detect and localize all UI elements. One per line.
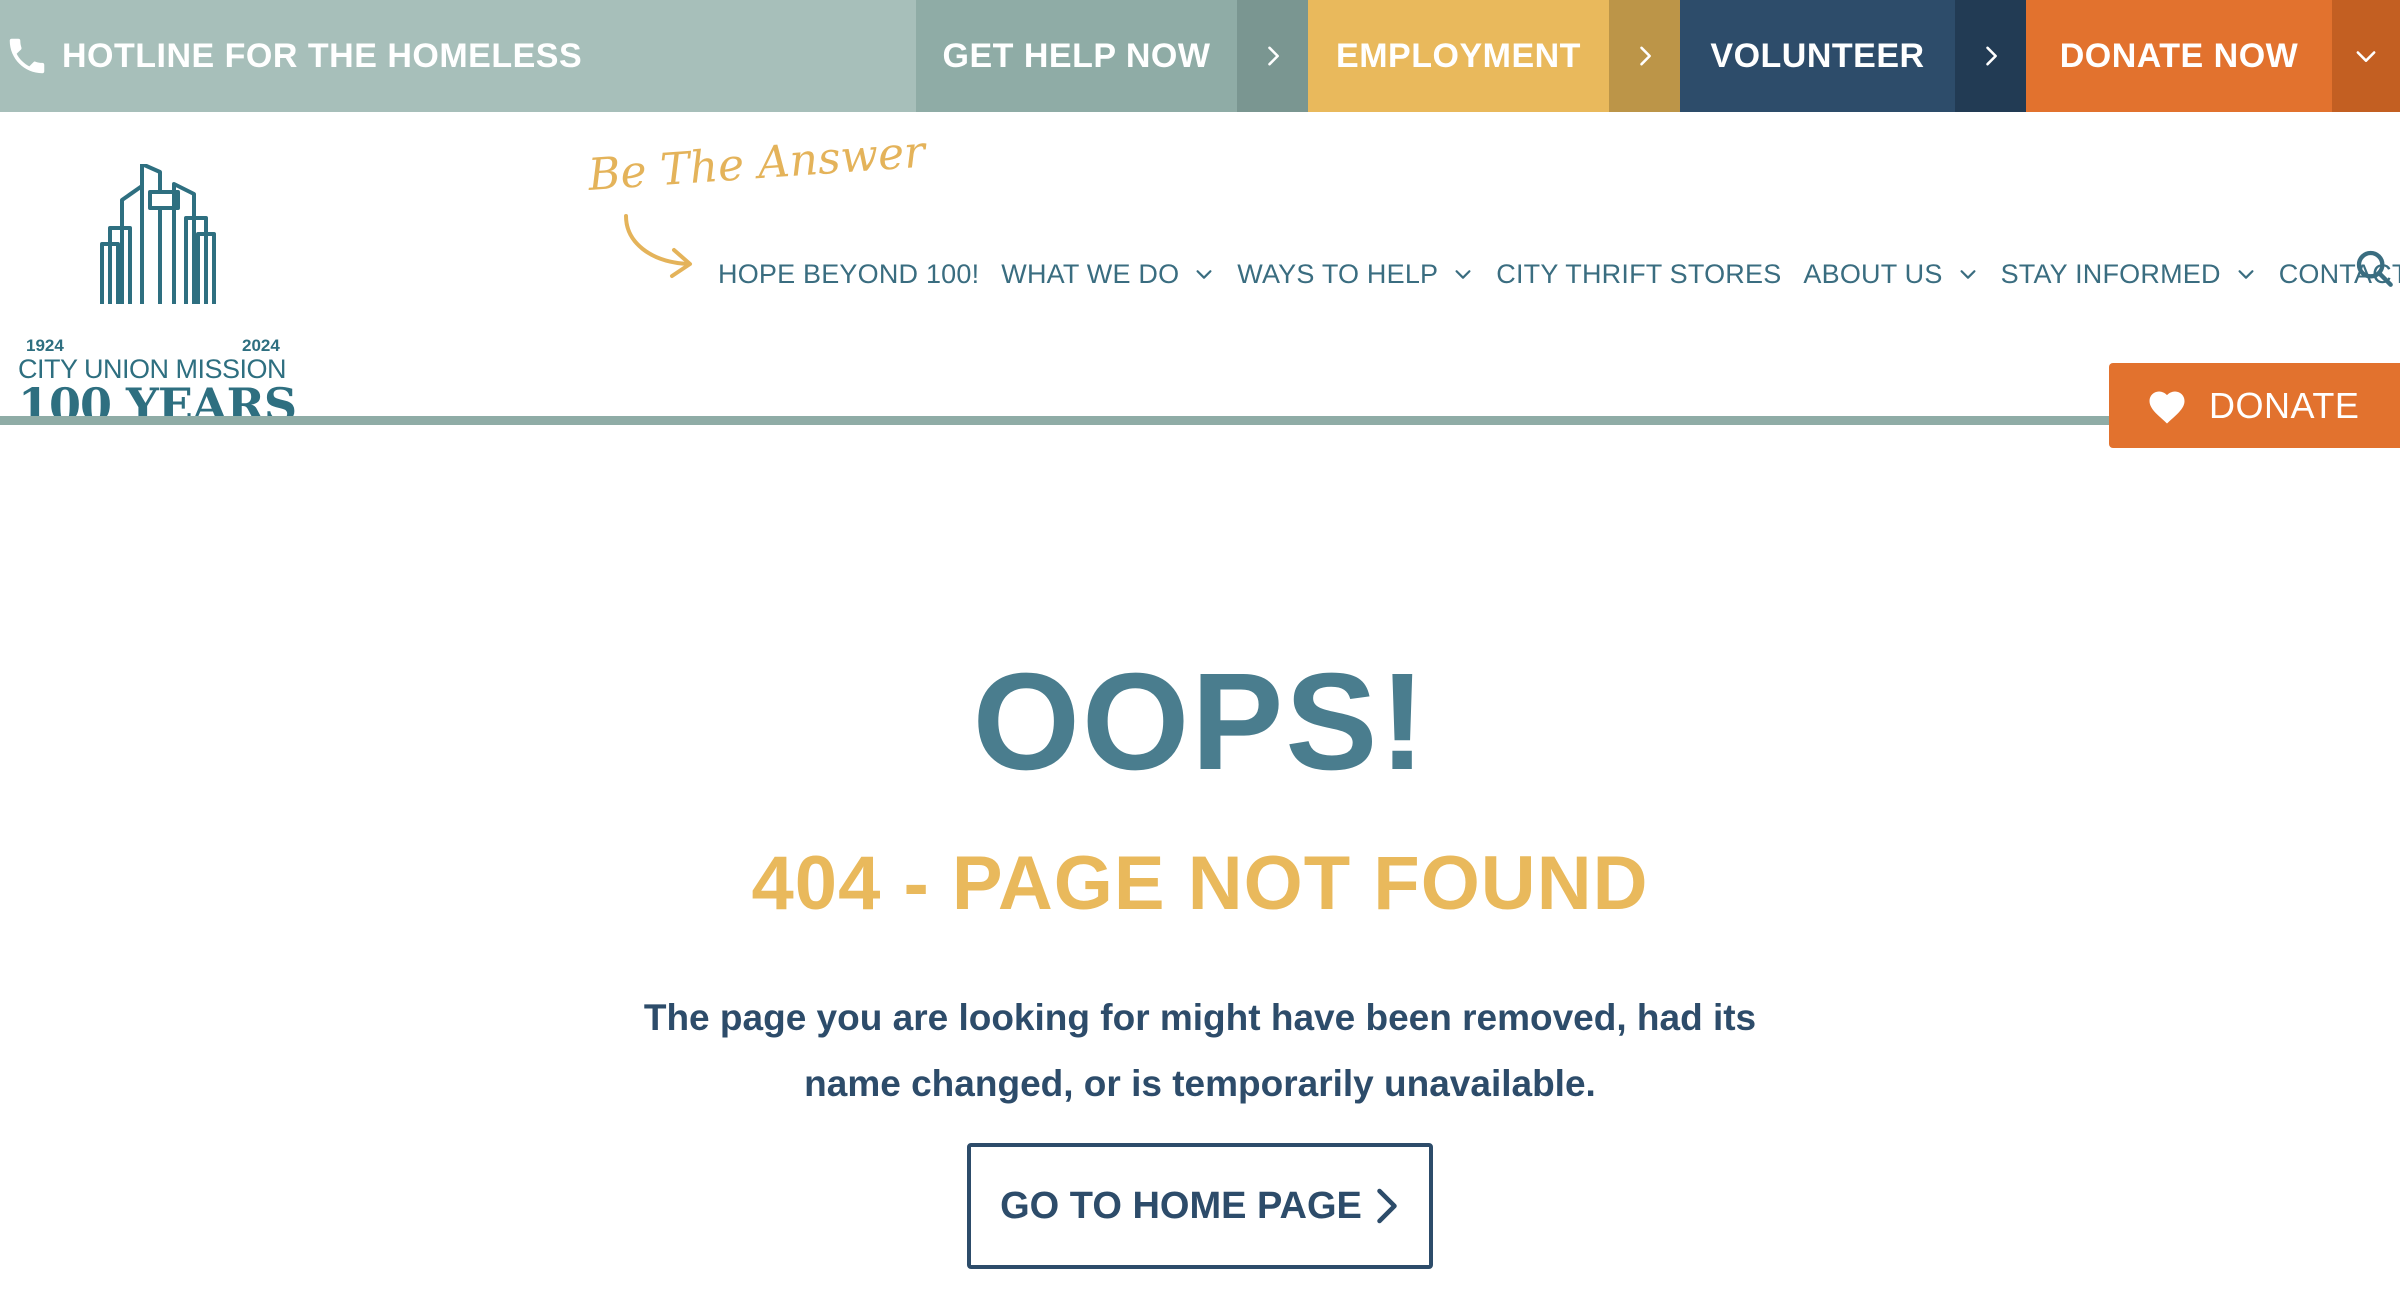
get-help-now-button[interactable]: GET HELP NOW <box>916 0 1237 112</box>
volunteer-button[interactable]: VOLUNTEER <box>1680 0 1955 112</box>
nav-ways-to-help[interactable]: WAYS TO HELP <box>1237 259 1474 290</box>
nav-city-thrift-stores[interactable]: CITY THRIFT STORES <box>1496 259 1781 290</box>
chevron-right-icon <box>1985 46 1997 66</box>
phone-icon <box>9 38 45 74</box>
city-skyline-cross-icon <box>100 164 216 304</box>
chevron-right-icon <box>1639 46 1651 66</box>
volunteer-label: VOLUNTEER <box>1710 36 1925 75</box>
employment-button[interactable]: EMPLOYMENT <box>1308 0 1609 112</box>
heart-icon <box>2149 391 2185 423</box>
error-heading: OOPS! <box>972 645 1428 799</box>
tagline: Be The Answer <box>586 126 927 201</box>
chevron-down-icon <box>1196 270 1212 279</box>
error-content: OOPS! 404 - PAGE NOT FOUND The page you … <box>0 425 2400 1298</box>
nav-hope-beyond-100[interactable]: HOPE BEYOND 100! <box>718 259 979 290</box>
chevron-down-icon <box>2238 270 2254 279</box>
chevron-down-icon <box>2356 51 2376 62</box>
donate-now-dropdown[interactable] <box>2332 0 2400 112</box>
top-bar: HOTLINE FOR THE HOMELESS GET HELP NOW EM… <box>0 0 2400 112</box>
header-divider <box>0 416 2400 425</box>
error-message: The page you are looking for might have … <box>643 997 1757 1104</box>
get-help-now-label: GET HELP NOW <box>942 36 1211 75</box>
go-to-home-page-button[interactable]: GO TO HOME PAGE <box>967 1143 1433 1269</box>
site-header: 1924 2024 CITY UNION MISSION 100 YEARS B… <box>0 112 2400 432</box>
chevron-down-icon <box>1960 270 1976 279</box>
site-logo[interactable]: 1924 2024 CITY UNION MISSION 100 YEARS <box>18 164 297 432</box>
error-subheading: 404 - PAGE NOT FOUND <box>751 841 1649 926</box>
chevron-down-icon <box>1455 270 1471 279</box>
hotline-label: HOTLINE FOR THE HOMELESS <box>62 36 583 75</box>
donate-now-button[interactable]: DONATE NOW <box>2026 0 2332 112</box>
get-help-now-arrow[interactable] <box>1237 0 1308 112</box>
nav-about-us[interactable]: ABOUT US <box>1803 259 1978 290</box>
main-nav: HOPE BEYOND 100! WHAT WE DO WAYS TO HELP… <box>718 244 2400 304</box>
nav-label: STAY INFORMED <box>2000 258 2221 289</box>
volunteer-arrow[interactable] <box>1955 0 2026 112</box>
hotline-link[interactable]: HOTLINE FOR THE HOMELESS <box>0 0 916 112</box>
floating-donate-label: DONATE <box>2209 384 2360 426</box>
nav-stay-informed[interactable]: STAY INFORMED <box>2001 259 2257 290</box>
chevron-right-icon <box>1267 46 1279 66</box>
nav-what-we-do[interactable]: WHAT WE DO <box>1001 259 1215 290</box>
home-button-label: GO TO HOME PAGE <box>1000 1184 1362 1227</box>
nav-label: WHAT WE DO <box>1001 258 1180 289</box>
nav-label: ABOUT US <box>1803 258 1943 289</box>
nav-label: WAYS TO HELP <box>1237 258 1439 289</box>
search-icon[interactable] <box>2354 248 2394 288</box>
curved-arrow-icon <box>624 214 692 278</box>
chevron-right-icon <box>1377 1188 1397 1224</box>
logo-year-end: 2024 <box>242 336 280 355</box>
employment-arrow[interactable] <box>1609 0 1680 112</box>
nav-label: CITY THRIFT STORES <box>1496 258 1782 289</box>
donate-now-label: DONATE NOW <box>2059 36 2299 75</box>
employment-label: EMPLOYMENT <box>1336 36 1581 75</box>
logo-year-start: 1924 <box>26 336 64 355</box>
nav-label: HOPE BEYOND 100! <box>718 258 980 289</box>
